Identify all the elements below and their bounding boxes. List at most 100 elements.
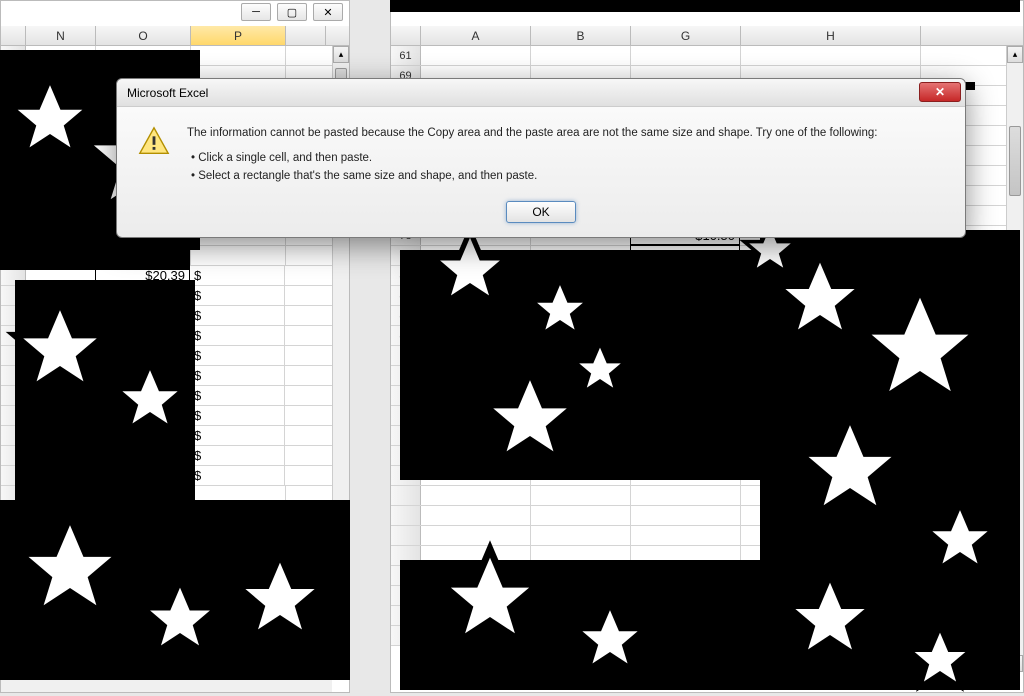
cell[interactable] (531, 286, 631, 305)
table-row[interactable] (391, 346, 1023, 366)
cell[interactable] (421, 606, 531, 625)
row-header[interactable]: 79 (391, 246, 421, 265)
cell[interactable] (26, 326, 96, 345)
cell[interactable] (96, 246, 191, 265)
scroll-thumb[interactable] (1009, 126, 1021, 196)
row-header[interactable] (1, 66, 26, 85)
cell[interactable] (531, 446, 631, 465)
table-row[interactable]: $10.00$ (1, 386, 349, 406)
table-row[interactable] (1, 526, 349, 546)
cell[interactable] (26, 586, 96, 605)
table-row[interactable] (391, 566, 1023, 586)
cell[interactable] (96, 626, 191, 645)
cell[interactable] (531, 386, 631, 405)
cell[interactable] (96, 566, 191, 585)
cell[interactable] (26, 546, 96, 565)
row-header[interactable] (391, 386, 421, 405)
cell[interactable] (421, 46, 531, 65)
cell[interactable] (26, 306, 96, 325)
table-row[interactable] (391, 626, 1023, 646)
cell[interactable] (631, 546, 741, 565)
row-header[interactable] (391, 486, 421, 505)
cell[interactable] (631, 586, 741, 605)
cell[interactable] (191, 486, 286, 505)
cell[interactable] (531, 426, 631, 445)
row-header[interactable] (1, 306, 26, 325)
cell[interactable] (421, 306, 531, 325)
table-row[interactable] (391, 486, 1023, 506)
cell[interactable] (531, 506, 631, 525)
cell[interactable] (631, 326, 741, 345)
cell[interactable] (531, 546, 631, 565)
table-row[interactable]: $15.00$ (1, 306, 349, 326)
cell[interactable] (26, 426, 96, 445)
cell[interactable] (26, 226, 96, 245)
table-row[interactable] (1, 506, 349, 526)
cell[interactable] (421, 506, 531, 525)
cell[interactable] (741, 586, 921, 605)
column-header-N[interactable]: N (26, 26, 96, 45)
table-row[interactable]: 79$23.80 (391, 246, 1023, 266)
cell[interactable] (741, 466, 921, 485)
row-header[interactable] (1, 526, 26, 545)
row-header[interactable] (391, 346, 421, 365)
table-row[interactable]: 61 (391, 46, 1023, 66)
cell[interactable] (26, 266, 96, 285)
cell[interactable]: $ (190, 306, 285, 325)
table-row[interactable] (391, 426, 1023, 446)
left-horizontal-scrollbar[interactable] (1, 675, 332, 692)
cell[interactable] (191, 506, 286, 525)
table-row[interactable]: $22.00$ (1, 366, 349, 386)
cell[interactable] (26, 566, 96, 585)
cell[interactable] (191, 586, 286, 605)
row-header[interactable] (1, 566, 26, 585)
table-row[interactable] (1, 566, 349, 586)
cell[interactable]: $15.08 (95, 425, 190, 445)
cell[interactable] (26, 346, 96, 365)
cell[interactable] (740, 286, 920, 305)
row-header[interactable] (391, 546, 421, 565)
cell[interactable] (631, 606, 741, 625)
cell[interactable] (531, 586, 631, 605)
table-row[interactable] (391, 606, 1023, 626)
cell[interactable]: $10.00 (95, 385, 190, 405)
cell[interactable] (96, 506, 191, 525)
row-header[interactable] (391, 406, 421, 425)
table-row[interactable]: 84 (391, 326, 1023, 346)
row-header[interactable] (1, 186, 26, 205)
cell[interactable] (26, 486, 96, 505)
cell[interactable] (741, 386, 921, 405)
cell[interactable]: $ (190, 346, 285, 365)
cell[interactable]: $17.02 (95, 345, 190, 365)
cell[interactable] (741, 366, 921, 385)
row-header[interactable] (391, 606, 421, 625)
cell[interactable] (531, 266, 631, 285)
column-header-H[interactable]: H (741, 26, 921, 45)
row-header[interactable]: 81 (391, 286, 421, 305)
column-header-B[interactable]: B (531, 26, 631, 45)
cell[interactable] (26, 406, 96, 425)
row-header[interactable] (1, 146, 26, 165)
cell[interactable]: $ (190, 286, 285, 305)
cell[interactable] (26, 526, 96, 545)
row-header[interactable]: 61 (391, 46, 421, 65)
cell[interactable]: $23.00 (95, 405, 190, 425)
column-header-G[interactable]: G (631, 26, 741, 45)
cell[interactable] (741, 46, 921, 65)
cell[interactable] (26, 366, 96, 385)
table-row[interactable] (391, 526, 1023, 546)
cell[interactable] (421, 366, 531, 385)
cell[interactable] (191, 246, 286, 265)
cell[interactable] (741, 526, 921, 545)
close-window-button[interactable]: ✕ (313, 3, 343, 21)
row-header[interactable] (391, 426, 421, 445)
table-row[interactable] (391, 406, 1023, 426)
table-row[interactable] (391, 506, 1023, 526)
cell[interactable] (421, 526, 531, 545)
row-header[interactable] (1, 626, 26, 645)
cell[interactable] (26, 206, 96, 225)
cell[interactable] (421, 426, 531, 445)
cell[interactable]: $27.00 (95, 445, 190, 465)
cell[interactable] (741, 346, 921, 365)
maximize-button[interactable]: ▢ (277, 3, 307, 21)
